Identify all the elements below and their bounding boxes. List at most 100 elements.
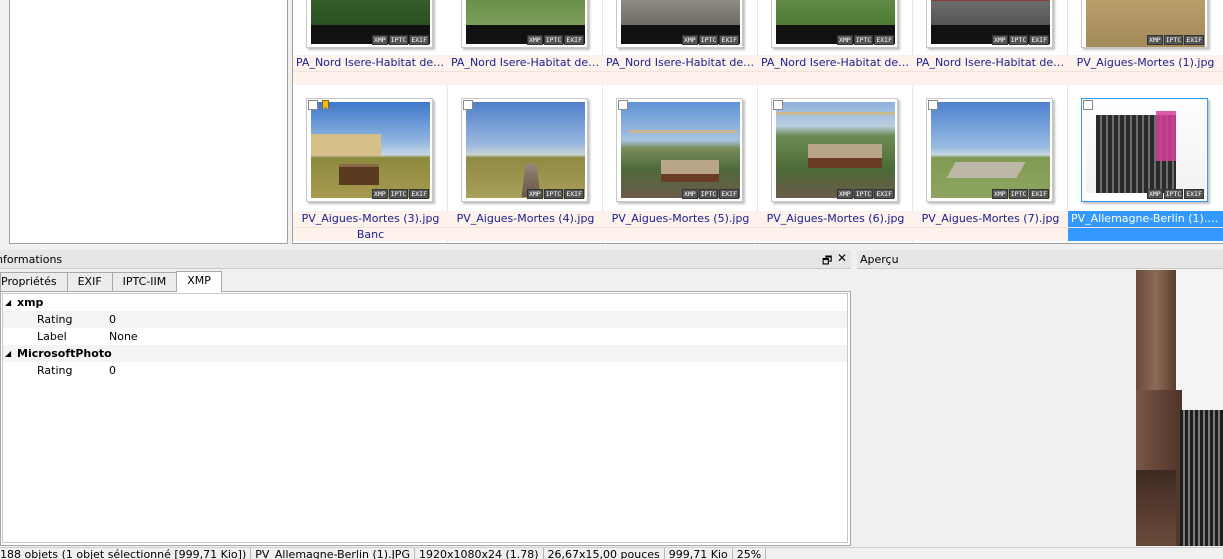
exif-badge: EXIF <box>564 189 584 199</box>
close-icon[interactable]: ✕ <box>837 251 847 265</box>
status-bar: 188 objets (1 objet sélectionné [999,71 … <box>0 547 1223 559</box>
iptc-badge: IPTC <box>698 35 719 45</box>
thumbnail-frame: XMP IPTC EXIF <box>306 98 433 202</box>
thumbnail-frame: XMP IPTC EXIF <box>306 0 433 48</box>
xmp-badge: XMP <box>526 35 543 45</box>
thumbnail-label <box>913 71 1068 85</box>
status-zoom: 25% <box>733 548 767 559</box>
xmp-badge: XMP <box>1146 35 1163 45</box>
thumbnail-caption: PA_Nord Isere-Habitat dens... <box>603 55 758 71</box>
thumbnail-cell[interactable]: XMP IPTC EXIF PA_Nord Isere-Habitat dens..… <box>758 0 913 87</box>
thumbnail-image <box>1086 105 1205 193</box>
thumbnail-grid[interactable]: XMP IPTC EXIF PA_Nord Isere-Habitat dens..… <box>292 0 1223 244</box>
thumbnail-frame: XMP IPTC EXIF <box>1081 0 1208 48</box>
thumbnail-image <box>621 102 740 198</box>
tree-value: None <box>109 330 138 343</box>
float-window-icon[interactable]: 🗗 <box>822 252 832 271</box>
exif-badge: EXIF <box>719 189 739 199</box>
iptc-badge: IPTC <box>543 189 564 199</box>
thumbnail-frame: XMP IPTC EXIF <box>616 0 743 48</box>
xmp-badge: XMP <box>371 189 388 199</box>
thumbnail-cell[interactable]: XMP IPTC EXIF PA_Nord Isere-Habitat dens..… <box>603 0 758 87</box>
exif-badge: EXIF <box>1184 189 1204 199</box>
iptc-badge: IPTC <box>1008 189 1029 199</box>
select-checkbox[interactable] <box>1083 100 1093 110</box>
thumbnail-caption: PA_Nord Isere-Habitat dens... <box>448 55 603 71</box>
preview-panel-title: Aperçu <box>860 253 899 266</box>
iptc-badge: IPTC <box>1008 35 1029 45</box>
preview-image <box>1136 270 1223 546</box>
xmp-badge: XMP <box>371 35 388 45</box>
expanded-triangle-icon[interactable]: ◢ <box>5 345 11 362</box>
folder-tree-panel[interactable] <box>9 0 288 244</box>
select-checkbox[interactable] <box>463 100 473 110</box>
iptc-badge: IPTC <box>543 35 564 45</box>
group-label: MicrosoftPhoto <box>17 347 112 360</box>
thumbnail-cell[interactable]: XMP IPTC EXIF PV_Aigues-Mortes (1).jpg <box>1068 0 1223 87</box>
thumbnail-cell[interactable]: XMP IPTC EXIF PV_Aigues-Mortes (6).jpg <box>758 88 913 243</box>
metadata-tree[interactable]: ◢ xmp Rating 0 Label None ◢ MicrosoftPho… <box>0 291 851 546</box>
exif-badge: EXIF <box>409 35 429 45</box>
thumbnail-frame: XMP IPTC EXIF <box>926 98 1053 202</box>
select-checkbox[interactable] <box>928 100 938 110</box>
select-checkbox[interactable] <box>618 100 628 110</box>
thumbnail-caption: PA_Nord Isere-Habitat dens... <box>913 55 1068 71</box>
exif-badge: EXIF <box>874 35 894 45</box>
thumbnail-label <box>603 71 758 85</box>
tab-iptc-iim[interactable]: IPTC-IIM <box>111 272 178 292</box>
thumbnail-frame: XMP IPTC EXIF <box>771 98 898 202</box>
status-dimensions: 1920x1080x24 (1.78) <box>415 548 544 559</box>
status-file-size: 999,71 Kio <box>665 548 733 559</box>
thumbnail-cell-selected[interactable]: XMP IPTC EXIF PV_Allemagne-Berlin (1).JPG <box>1068 88 1223 243</box>
exif-badge: EXIF <box>719 35 739 45</box>
thumbnail-image <box>311 102 430 198</box>
thumbnail-label: Banc <box>293 227 448 241</box>
select-checkbox[interactable] <box>773 100 783 110</box>
status-object-count: 188 objets (1 objet sélectionné [999,71 … <box>0 548 252 559</box>
tree-row[interactable]: Label None <box>3 328 847 345</box>
tree-row[interactable]: Rating 0 <box>3 362 847 379</box>
xmp-badge: XMP <box>991 189 1008 199</box>
info-panel-title: nformations <box>0 253 63 266</box>
exif-badge: EXIF <box>874 189 894 199</box>
thumbnail-frame: XMP IPTC EXIF <box>616 98 743 202</box>
thumbnail-cell[interactable]: XMP IPTC EXIF PV_Aigues-Mortes (4).jpg <box>448 88 603 243</box>
thumbnail-cell[interactable]: XMP IPTC EXIF PA_Nord Isere-Habitat dens..… <box>913 0 1068 87</box>
thumbnail-caption: PV_Aigues-Mortes (7).jpg <box>913 211 1068 227</box>
thumbnail-cell[interactable]: XMP IPTC EXIF PV_Aigues-Mortes (3).jpg Ban… <box>293 88 448 243</box>
thumbnail-caption: PA_Nord Isere-Habitat dens... <box>758 55 913 71</box>
thumbnail-cell[interactable]: XMP IPTC EXIF PV_Aigues-Mortes (7).jpg <box>913 88 1068 243</box>
select-checkbox[interactable] <box>308 100 318 110</box>
info-tabs: Propriétés EXIF IPTC-IIM XMP <box>0 271 222 292</box>
preview-area[interactable] <box>857 269 1223 546</box>
iptc-badge: IPTC <box>388 189 409 199</box>
tab-xmp[interactable]: XMP <box>176 271 222 292</box>
exif-badge: EXIF <box>1029 189 1049 199</box>
thumbnail-frame: XMP IPTC EXIF <box>926 0 1053 48</box>
exif-badge: EXIF <box>1029 35 1049 45</box>
thumbnail-caption: PV_Aigues-Mortes (5).jpg <box>603 211 758 227</box>
thumbnail-label <box>758 71 913 85</box>
tab-exif[interactable]: EXIF <box>66 272 113 292</box>
thumbnail-cell[interactable]: XMP IPTC EXIF PA_Nord Isere-Habitat dens..… <box>448 0 603 87</box>
iptc-badge: IPTC <box>698 189 719 199</box>
tree-group-xmp[interactable]: ◢ xmp <box>3 294 847 311</box>
thumbnail-label <box>603 227 758 241</box>
iptc-badge: IPTC <box>853 189 874 199</box>
group-label: xmp <box>17 296 44 309</box>
thumbnail-cell[interactable]: XMP IPTC EXIF PV_Aigues-Mortes (5).jpg <box>603 88 758 243</box>
thumbnail-caption: PA_Nord Isere-Habitat dens... <box>293 55 448 71</box>
expanded-triangle-icon[interactable]: ◢ <box>5 294 11 311</box>
thumbnail-frame: XMP IPTC EXIF <box>771 0 898 48</box>
exif-badge: EXIF <box>1184 35 1204 45</box>
iptc-badge: IPTC <box>1163 35 1184 45</box>
tree-group-microsoftphoto[interactable]: ◢ MicrosoftPhoto <box>3 345 847 362</box>
thumbnail-label <box>448 227 603 241</box>
status-filename: PV_Allemagne-Berlin (1).JPG <box>251 548 415 559</box>
thumbnail-label <box>448 71 603 85</box>
tree-row[interactable]: Rating 0 <box>3 311 847 328</box>
thumbnail-image <box>931 102 1050 198</box>
xmp-badge: XMP <box>681 35 698 45</box>
thumbnail-cell[interactable]: XMP IPTC EXIF PA_Nord Isere-Habitat dens..… <box>293 0 448 87</box>
tab-proprietes[interactable]: Propriétés <box>0 272 68 292</box>
